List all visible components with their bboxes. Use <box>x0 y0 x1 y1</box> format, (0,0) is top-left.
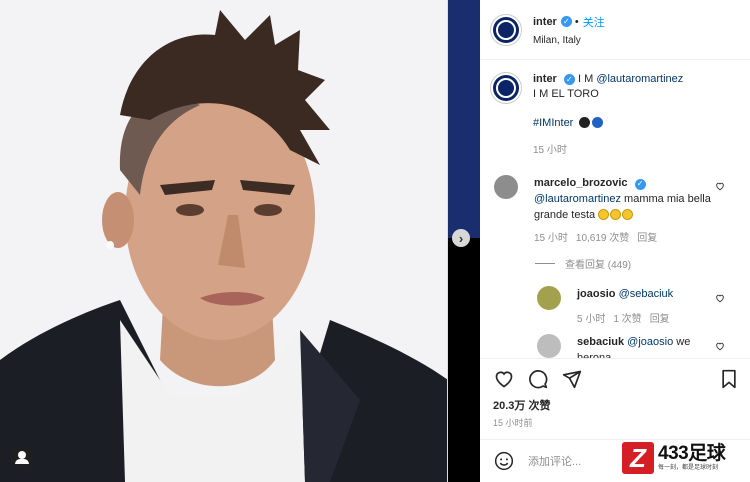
caption-time: 15 小时 <box>533 145 567 156</box>
caption-mention[interactable]: @lautaromartinez <box>596 73 683 85</box>
post-photo[interactable] <box>0 0 448 482</box>
comment-text: we <box>673 336 691 348</box>
player-portrait-image <box>0 0 447 482</box>
comment-item: sebaciuk @joaosio we herona <box>537 334 717 358</box>
comment-mention[interactable]: @lautaromartinez <box>534 193 621 205</box>
comment-avatar[interactable] <box>537 334 561 358</box>
comment-likes[interactable]: 1 次赞 <box>613 312 641 328</box>
watermark-brand: 433足球 <box>658 443 726 464</box>
comment-username[interactable]: marcelo_brozovic <box>534 177 628 189</box>
comment-username[interactable]: sebaciuk <box>577 336 624 348</box>
follow-button[interactable]: 关注 <box>583 14 605 30</box>
comment-icon[interactable] <box>528 369 548 389</box>
comment-input[interactable]: 添加评论... <box>528 453 581 469</box>
bookmark-icon[interactable] <box>720 369 738 389</box>
black-blue-balls-icon <box>579 117 604 128</box>
comment-time: 15 小时 <box>534 233 568 244</box>
laughing-emoji-icon <box>622 209 634 220</box>
caption-text: I M <box>577 73 597 85</box>
reply-button[interactable]: 回复 <box>650 312 670 328</box>
comment-item: marcelo_brozovic ✓ @lautaromartinez mamm… <box>494 175 714 247</box>
caption-username[interactable]: inter <box>533 73 557 85</box>
emoji-icon[interactable] <box>494 451 514 471</box>
verified-icon: ✓ <box>560 16 572 27</box>
crying-emoji-icon <box>610 209 622 220</box>
caption-hashtag[interactable]: #IMInter <box>533 117 573 129</box>
watermark-logo: Z 433足球 每一刻，都是足球时刻 <box>622 441 726 475</box>
comment-avatar[interactable] <box>494 175 518 199</box>
caption-line-2: I M EL TORO <box>533 88 599 100</box>
comment-item: joaosio @sebaciuk 5 小时 1 次赞 回复 <box>537 286 717 328</box>
comment-avatar[interactable] <box>537 286 561 310</box>
comment-mention[interactable]: @joaosio <box>627 336 673 348</box>
like-count[interactable]: 20.3万 次赞 <box>493 397 550 413</box>
comment-time: 5 小时 <box>577 314 606 325</box>
tagged-user-icon[interactable] <box>11 446 33 468</box>
reply-button[interactable]: 回复 <box>637 231 657 247</box>
post-time: 15 小时前 <box>493 418 533 428</box>
heart-icon[interactable] <box>715 293 725 303</box>
inter-avatar[interactable] <box>490 13 522 46</box>
verified-icon: ✓ <box>634 178 646 190</box>
post-header: inter ✓ • 关注 Milan, Italy <box>480 0 750 60</box>
like-heart-icon[interactable] <box>494 369 514 389</box>
share-icon[interactable] <box>562 369 582 389</box>
brand-z-logo-icon: Z <box>622 442 654 474</box>
crying-emoji-icon <box>598 209 610 220</box>
post-caption: inter ✓ I M @lautaromartinez I M EL TORO… <box>490 72 745 158</box>
comment-mention[interactable]: @sebaciuk <box>619 288 674 300</box>
comment-username[interactable]: joaosio <box>577 288 616 300</box>
post-username[interactable]: inter <box>533 16 557 28</box>
carousel-next-icon[interactable]: › <box>452 229 470 247</box>
heart-icon[interactable] <box>715 341 725 351</box>
post-location[interactable]: Milan, Italy <box>533 35 605 46</box>
watermark-tagline: 每一刻，都是足球时刻 <box>658 465 719 471</box>
verified-icon: ✓ <box>563 74 575 85</box>
heart-icon[interactable] <box>715 181 725 191</box>
comment-likes[interactable]: 10,619 次赞 <box>576 231 629 247</box>
view-replies-button[interactable]: 查看回复 (449) <box>535 256 631 271</box>
caption-avatar[interactable] <box>490 72 522 104</box>
comment-text-cut: herona <box>577 352 612 358</box>
